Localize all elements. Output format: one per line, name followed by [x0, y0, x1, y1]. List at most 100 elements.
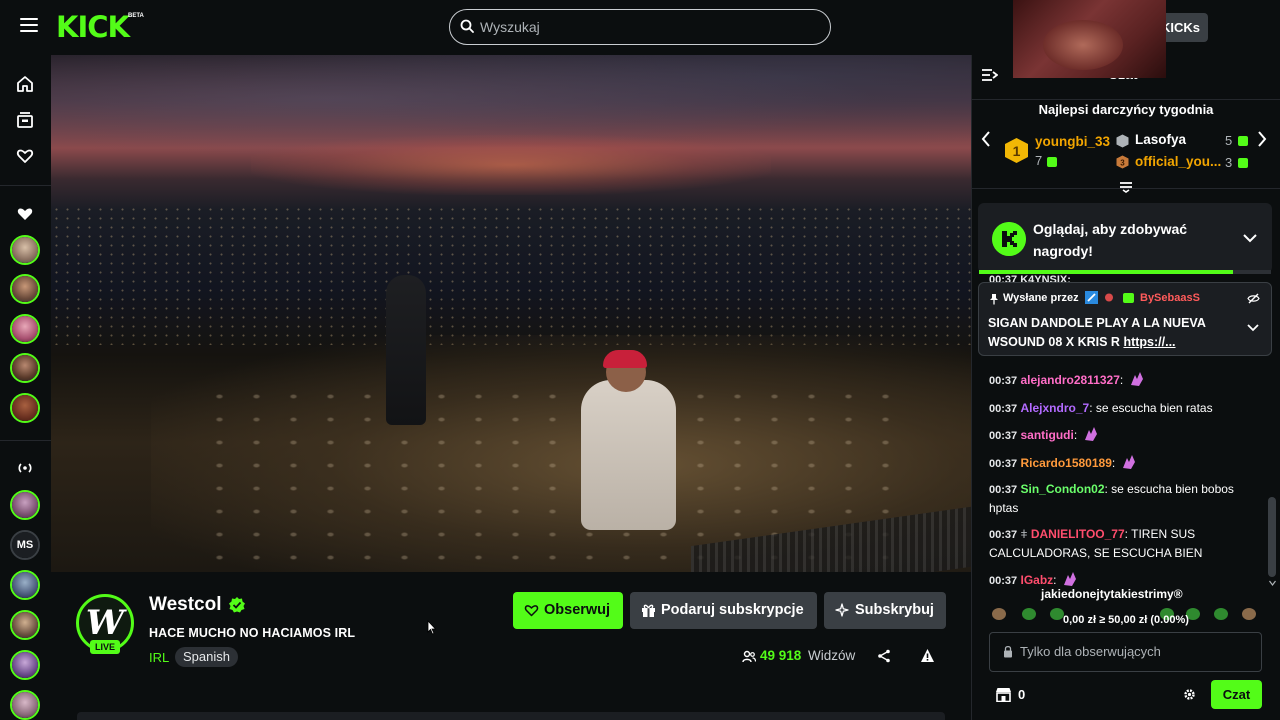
channel-name[interactable]: Westcol — [149, 594, 222, 616]
store-icon[interactable] — [995, 687, 1012, 702]
sub-goal-title: jakiedonejtytakiestrimy® — [1041, 587, 1183, 601]
goal-emote-icon — [1242, 608, 1256, 620]
pinned-message-link[interactable]: https://... — [1123, 335, 1175, 349]
rank-one-hexagon-icon: 1 — [1005, 138, 1028, 163]
gear-icon[interactable] — [1183, 688, 1196, 701]
chat-message-input[interactable] — [1020, 644, 1250, 659]
gift-icon — [1238, 136, 1248, 146]
viewer-count: 49 918 — [760, 648, 802, 663]
live-broadcast-icon — [18, 463, 32, 473]
gifter-hexagon-icon — [1116, 134, 1129, 148]
picture-in-picture-preview[interactable] — [1013, 0, 1166, 78]
pinned-message-user[interactable]: BySebaasS — [1140, 292, 1200, 304]
rewards-progress-fill — [979, 270, 1234, 274]
search-input[interactable] — [480, 12, 820, 42]
share-icon[interactable] — [877, 649, 891, 663]
lock-icon — [1004, 645, 1012, 658]
mouse-cursor-icon — [427, 620, 437, 635]
sidebar-divider — [0, 440, 51, 441]
chevron-left-icon[interactable] — [981, 131, 991, 147]
gift-subscription-button[interactable]: Podaruj subskrypcje — [630, 592, 817, 629]
live-channel-avatar[interactable]: MS — [10, 530, 40, 560]
rank-three-hexagon-icon: 3 — [1116, 155, 1129, 169]
chat-username[interactable]: IGabz — [1020, 573, 1053, 587]
chat-message: 00:37 Ricardo1580189: — [989, 454, 1259, 473]
collapse-chat-icon[interactable] — [981, 68, 998, 82]
goal-emote-icon — [992, 608, 1006, 620]
subscribe-button[interactable]: Subskrybuj — [824, 592, 946, 629]
gifters-divider — [972, 188, 1280, 189]
language-tag[interactable]: Spanish — [175, 647, 238, 667]
pinned-message-text: SIGAN DANDOLE PLAY A LA NUEVA WSOUND 08 … — [988, 314, 1223, 352]
stream-title: HACE MUCHO NO HACIAMOS IRL — [149, 626, 356, 640]
channel-points-count: 0 — [1018, 687, 1026, 702]
chat-username[interactable]: santigudi — [1020, 428, 1073, 442]
gifter-name[interactable]: Lasofya — [1135, 132, 1186, 147]
gifter-count: 3 — [1225, 155, 1233, 170]
heart-icon — [524, 605, 539, 617]
chevron-down-icon[interactable] — [1247, 323, 1259, 332]
rank-one-label: 1 — [1013, 143, 1021, 159]
verified-badge-icon — [229, 597, 245, 613]
scroll-down-arrow-icon[interactable] — [1269, 580, 1276, 586]
eye-off-icon[interactable] — [1247, 292, 1260, 305]
followed-channel-avatar[interactable] — [10, 235, 40, 265]
followed-channel-avatar[interactable] — [10, 393, 40, 423]
followed-channel-avatar[interactable] — [10, 314, 40, 344]
gift-icon — [642, 604, 655, 617]
home-icon[interactable] — [16, 75, 34, 93]
expand-handle-icon[interactable] — [1118, 181, 1134, 193]
live-channel-avatar[interactable] — [10, 650, 40, 680]
chevron-down-icon[interactable] — [1243, 233, 1257, 243]
chat-username[interactable]: alejandro2811327 — [1020, 373, 1119, 387]
video-sunset-glow — [251, 135, 771, 195]
category-link[interactable]: IRL — [149, 650, 169, 665]
browse-icon[interactable] — [16, 111, 34, 129]
live-badge: LIVE — [90, 640, 120, 654]
sparkle-icon — [835, 603, 849, 617]
chat-username[interactable]: Ricardo1580189 — [1020, 456, 1111, 470]
chat-message-text: se escucha bien ratas — [1095, 401, 1213, 415]
chat-username[interactable]: DANIELITOO_77 — [1031, 527, 1125, 541]
chat-username[interactable]: Alejxndro_7 — [1020, 401, 1089, 415]
rank-three-label: 3 — [1120, 159, 1125, 168]
hamburger-menu-icon[interactable] — [20, 18, 38, 34]
kicks-button[interactable]: KICKs — [1160, 13, 1208, 42]
chat-send-button[interactable]: Czat — [1211, 680, 1262, 709]
followed-channel-avatar[interactable] — [10, 274, 40, 304]
chevron-right-icon[interactable] — [1257, 131, 1267, 147]
gifter-name[interactable]: official_you... — [1135, 154, 1221, 169]
report-warning-icon[interactable] — [920, 648, 935, 663]
follow-button-label: Obserwuj — [544, 602, 611, 618]
video-player[interactable] — [51, 55, 971, 572]
chat-scrollbar[interactable] — [1268, 497, 1276, 577]
follow-button[interactable]: Obserwuj — [513, 592, 623, 629]
chat-message: 00:37 Sin_Condon02: se escucha bien bobo… — [989, 482, 1234, 515]
kick-logo[interactable]: KICK — [56, 12, 130, 42]
video-person-streamer — [581, 380, 676, 530]
viewers-icon — [742, 650, 756, 663]
live-channel-avatar[interactable] — [10, 490, 40, 520]
video-person-background — [386, 275, 426, 425]
followed-channel-avatar[interactable] — [10, 353, 40, 383]
top-bar: KICK BETA KICKs — [0, 0, 1280, 78]
top-gifter-name[interactable]: youngbi_33 — [1035, 134, 1110, 149]
gift-icon — [1238, 158, 1248, 168]
kick-rewards-icon — [992, 222, 1026, 256]
sidebar-divider — [0, 185, 51, 186]
gift-count-value: 7 — [1035, 153, 1043, 168]
followed-channels-heart-icon — [17, 208, 33, 220]
search-icon[interactable] — [460, 19, 474, 33]
left-sidebar: MS — [0, 55, 51, 720]
video-person-cap — [603, 350, 647, 368]
chat-username[interactable]: Sin_Condon02 — [1020, 482, 1104, 496]
video-city-lights — [51, 205, 971, 345]
gift-subscription-label: Podaruj subskrypcje — [661, 602, 804, 618]
following-heart-icon[interactable] — [16, 147, 34, 165]
live-channel-avatar[interactable] — [10, 690, 40, 720]
top-gifter-count: 7 — [1035, 153, 1042, 168]
live-channel-avatar[interactable] — [10, 570, 40, 600]
watch-rewards-text: Oglądaj, aby zdobywać nagrody! — [1033, 221, 1188, 259]
live-channel-avatar[interactable] — [10, 610, 40, 640]
top-gifters-title: Najlepsi darczyńcy tygodnia — [1038, 102, 1214, 117]
